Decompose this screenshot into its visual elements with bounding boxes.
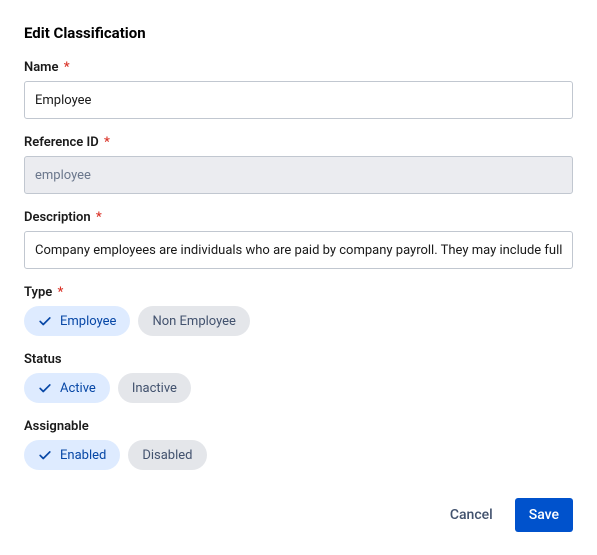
field-group-description: Description * xyxy=(24,210,573,269)
status-label: Status xyxy=(24,352,573,367)
name-label-text: Name xyxy=(24,60,58,75)
status-chip-active-label: Active xyxy=(60,381,96,396)
description-input[interactable] xyxy=(24,231,573,269)
required-asterisk: * xyxy=(104,135,110,150)
type-chip-employee-label: Employee xyxy=(60,314,116,329)
assignable-chip-row: Enabled Disabled xyxy=(24,440,573,470)
assignable-chip-disabled-label: Disabled xyxy=(142,448,192,463)
cancel-button[interactable]: Cancel xyxy=(436,498,507,532)
check-icon xyxy=(38,448,52,462)
button-row: Cancel Save xyxy=(24,498,573,532)
status-chip-inactive[interactable]: Inactive xyxy=(118,373,191,403)
field-group-reference-id: Reference ID * xyxy=(24,135,573,194)
edit-classification-form: Edit Classification Name * Reference ID … xyxy=(24,24,573,532)
required-asterisk: * xyxy=(96,210,102,225)
status-chip-row: Active Inactive xyxy=(24,373,573,403)
field-group-status: Status Active Inactive xyxy=(24,352,573,403)
field-group-assignable: Assignable Enabled Disabled xyxy=(24,419,573,470)
type-chip-employee[interactable]: Employee xyxy=(24,306,130,336)
status-chip-active[interactable]: Active xyxy=(24,373,110,403)
description-label: Description * xyxy=(24,210,573,225)
type-label: Type * xyxy=(24,285,573,300)
reference-id-label: Reference ID * xyxy=(24,135,573,150)
check-icon xyxy=(38,381,52,395)
type-chip-non-employee[interactable]: Non Employee xyxy=(138,306,250,336)
description-label-text: Description xyxy=(24,210,91,225)
save-button[interactable]: Save xyxy=(515,498,573,532)
reference-id-input xyxy=(24,156,573,194)
type-chip-non-employee-label: Non Employee xyxy=(152,314,236,329)
check-icon xyxy=(38,314,52,328)
reference-id-label-text: Reference ID xyxy=(24,135,99,150)
type-chip-row: Employee Non Employee xyxy=(24,306,573,336)
status-label-text: Status xyxy=(24,352,62,367)
name-label: Name * xyxy=(24,60,573,75)
field-group-type: Type * Employee Non Employee xyxy=(24,285,573,336)
name-input[interactable] xyxy=(24,81,573,119)
form-title: Edit Classification xyxy=(24,24,573,42)
required-asterisk: * xyxy=(64,60,70,75)
field-group-name: Name * xyxy=(24,60,573,119)
required-asterisk: * xyxy=(58,285,64,300)
type-label-text: Type xyxy=(24,285,52,300)
status-chip-inactive-label: Inactive xyxy=(132,381,177,396)
assignable-chip-enabled[interactable]: Enabled xyxy=(24,440,120,470)
assignable-chip-enabled-label: Enabled xyxy=(60,448,106,463)
assignable-chip-disabled[interactable]: Disabled xyxy=(128,440,206,470)
assignable-label: Assignable xyxy=(24,419,573,434)
assignable-label-text: Assignable xyxy=(24,419,89,434)
